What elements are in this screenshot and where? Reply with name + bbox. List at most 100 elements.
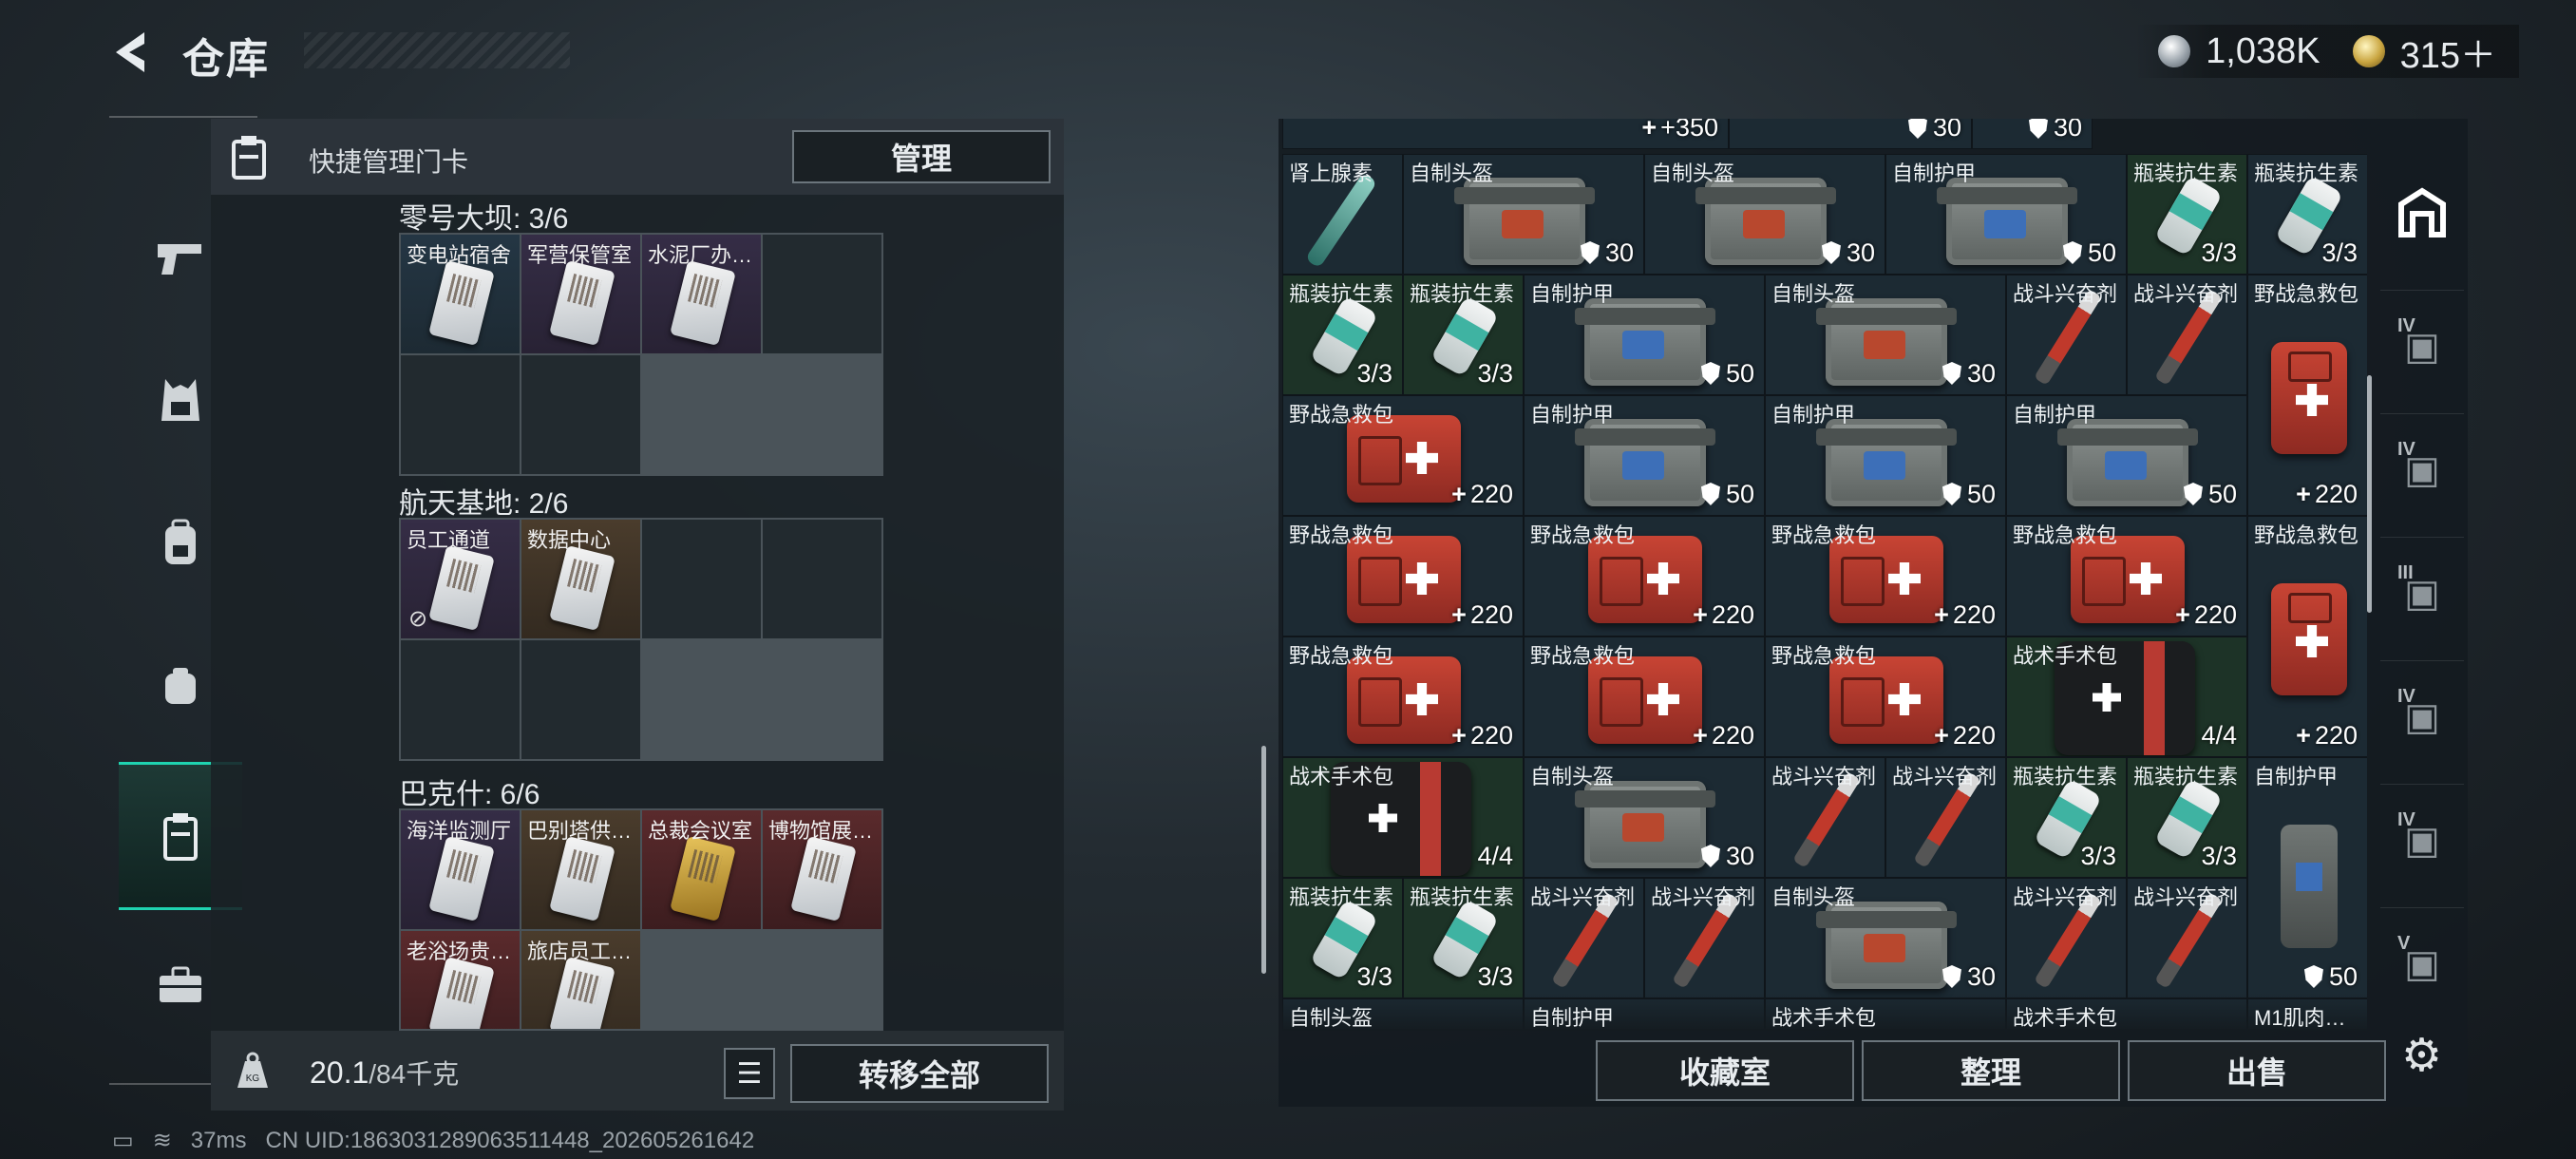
keycard-slot[interactable]: 老浴场贵… (401, 931, 520, 1029)
item-count: 3/3 (1477, 962, 1513, 991)
inventory-item[interactable]: 自制头盔 30 (1765, 275, 2006, 395)
keycard-label: 博物馆展… (768, 819, 874, 843)
inventory-item[interactable]: 战斗兴奋剂 (2127, 275, 2247, 395)
transfer-all-button[interactable]: 转移全部 (790, 1044, 1049, 1103)
inventory-item[interactable]: 战斗兴奋剂 (1524, 878, 1644, 998)
inventory-item[interactable]: 瓶装抗生素 3/3 (1282, 275, 1403, 395)
inventory-item[interactable]: 战斗兴奋剂 (1765, 757, 1885, 878)
inventory-item[interactable]: 野战急救包 +220 (1282, 636, 1524, 757)
item-value: + +350 (1641, 119, 1718, 142)
inventory-item[interactable]: 野战急救包 +220 (1765, 516, 2006, 636)
keycard-slot[interactable]: 军营保管室 (521, 235, 640, 353)
inventory-item[interactable]: 战斗兴奋剂 (2127, 878, 2247, 998)
item-label: 瓶装抗生素 (1289, 282, 1394, 306)
empty-slot[interactable] (401, 355, 520, 474)
inventory-item[interactable]: 野战急救包 +220 (1282, 395, 1524, 516)
empty-slot[interactable] (521, 355, 640, 474)
list-view-button[interactable]: ☰ (724, 1048, 775, 1099)
tab-level: V (2397, 933, 2411, 954)
empty-slot[interactable] (401, 640, 520, 759)
inventory-item-partial[interactable]: 30 (1729, 119, 1972, 149)
storage-tab-5[interactable]: IV ▣ (2380, 784, 2464, 880)
inventory-item[interactable]: 瓶装抗生素 3/3 (2127, 154, 2247, 275)
empty-slot[interactable] (763, 235, 881, 353)
empty-slot[interactable] (521, 640, 640, 759)
helmet-icon (1816, 902, 1957, 989)
gold-currency-value[interactable]: 315＋ (2400, 26, 2496, 78)
keycard-slot[interactable]: 巴别塔供… (521, 810, 640, 929)
inventory-item-partial[interactable]: 30 (1972, 119, 2093, 149)
keycard-slot[interactable]: 旅店员工… (521, 931, 640, 1029)
keycard-slot[interactable]: 水泥厂办… (642, 235, 761, 353)
inventory-item[interactable]: 自制头盔 30 (1524, 757, 1765, 878)
empty-slot[interactable] (763, 520, 881, 638)
inventory-item[interactable]: 野战急救包 +220 (1524, 636, 1765, 757)
inventory-item[interactable]: 战斗兴奋剂 (2006, 275, 2127, 395)
inventory-item[interactable]: 自制护甲 50 (1524, 275, 1765, 395)
inventory-item[interactable]: 野战急救包 +220 (2006, 516, 2247, 636)
inventory-item[interactable]: 野战急救包 +220 (1282, 516, 1524, 636)
inventory-item[interactable]: 自制头盔 30 (1644, 154, 1885, 275)
item-label: 野战急救包 (1771, 523, 1877, 547)
back-arrow-icon[interactable] (106, 28, 154, 76)
keycard-slot[interactable]: 总裁会议室 (642, 810, 761, 929)
shield-icon (2183, 483, 2203, 505)
keycard-slot[interactable]: 数据中心 (521, 520, 640, 638)
settings-gear-icon[interactable]: ⚙ (2401, 1029, 2458, 1086)
storage-tab-4[interactable]: IV ▣ (2380, 660, 2464, 756)
inventory-item[interactable]: 瓶装抗生素 3/3 (2006, 757, 2127, 878)
inventory-item[interactable]: 战斗兴奋剂 (1644, 878, 1765, 998)
helmet-icon (1575, 781, 1715, 868)
sell-button[interactable]: 出售 (2128, 1040, 2386, 1101)
keycard-slot[interactable]: 博物馆展… (763, 810, 881, 929)
inventory-item[interactable]: 野战急救包 +220 (2247, 516, 2367, 757)
keycard-slot[interactable]: 变电站宿舍 (401, 235, 520, 353)
storage-tab-2[interactable]: IV ▣ (2380, 413, 2464, 509)
item-durability: 30 (1907, 119, 1961, 142)
storage-tab-6[interactable]: V ▣ (2380, 907, 2464, 1003)
gold-coin-icon[interactable] (2352, 35, 2385, 67)
inventory-item[interactable]: 自制护甲 50 (1765, 395, 2006, 516)
item-label: 自制头盔 (1530, 765, 1615, 788)
inventory-item[interactable]: 战斗兴奋剂 (2006, 878, 2127, 998)
storage-tab-3[interactable]: III ▣ (2380, 537, 2464, 633)
empty-slot[interactable] (642, 520, 761, 638)
inventory-item-partial[interactable]: + +350 (1282, 119, 1729, 149)
keycard-slot[interactable]: 海洋监测厅 (401, 810, 520, 929)
keycard-icon (428, 259, 495, 347)
silver-coin-icon (2158, 35, 2191, 67)
body-armor-icon (2281, 825, 2338, 948)
inventory-scrollbar[interactable] (2367, 375, 2372, 613)
inventory-item[interactable]: 瓶装抗生素 3/3 (2127, 757, 2247, 878)
item-label: 自制头盔 (1771, 885, 1856, 909)
inventory-item[interactable]: 野战急救包 +220 (2247, 275, 2367, 516)
storage-tab-1[interactable]: IV ▣ (2380, 290, 2464, 386)
inventory-item[interactable]: 瓶装抗生素 3/3 (1403, 275, 1524, 395)
inventory-item[interactable]: 野战急救包 +220 (1765, 636, 2006, 757)
item-durability: 30 (1700, 842, 1754, 871)
collection-room-button[interactable]: 收藏室 (1596, 1040, 1854, 1101)
left-scrollbar[interactable] (1261, 746, 1266, 974)
inventory-item[interactable]: 自制护甲 50 (2247, 757, 2367, 998)
currency-bar: 1,038K 315＋ (2135, 25, 2519, 78)
inventory-item[interactable]: 自制头盔 30 (1765, 878, 2006, 998)
storage-tab-main[interactable] (2380, 166, 2464, 261)
inventory-item[interactable]: 自制护甲 50 (2006, 395, 2247, 516)
inventory-item[interactable]: 自制头盔 30 (1403, 154, 1644, 275)
inventory-item[interactable]: 肾上腺素 (1282, 154, 1403, 275)
item-label: 自制护甲 (1892, 162, 1977, 185)
inventory-item[interactable]: 战术手术包 4/4 (1282, 757, 1524, 878)
inventory-item[interactable]: 瓶装抗生素 3/3 (2247, 154, 2367, 275)
inventory-item[interactable]: 自制护甲 50 (1524, 395, 1765, 516)
inventory-item[interactable]: 野战急救包 +220 (1524, 516, 1765, 636)
organize-button[interactable]: 整理 (1862, 1040, 2120, 1101)
item-label: 战术手术包 (1289, 765, 1394, 788)
inventory-item[interactable]: 战术手术包 4/4 (2006, 636, 2247, 757)
inventory-item[interactable]: 战斗兴奋剂 (1885, 757, 2006, 878)
inventory-item[interactable]: 瓶装抗生素 3/3 (1403, 878, 1524, 998)
inventory-item[interactable]: 瓶装抗生素 3/3 (1282, 878, 1403, 998)
manage-button[interactable]: 管理 (792, 130, 1051, 183)
item-hp: +220 (1934, 721, 1996, 750)
inventory-item[interactable]: 自制护甲 50 (1885, 154, 2127, 275)
keycard-slot[interactable]: 员工通道 ⊘ (401, 520, 520, 638)
